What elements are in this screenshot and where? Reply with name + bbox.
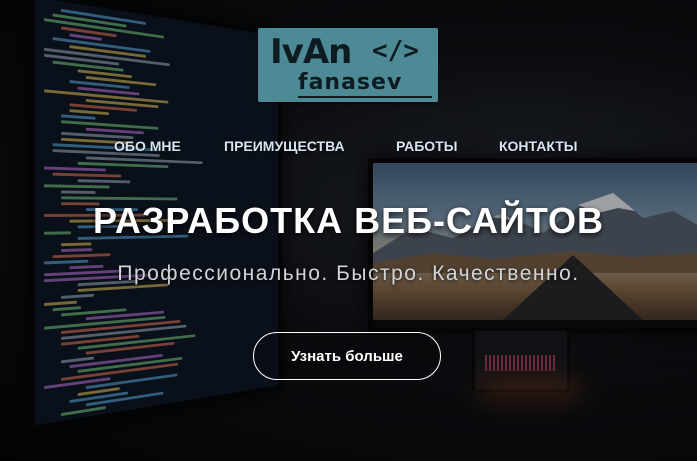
logo-name-text: IvAn [270, 32, 352, 72]
site-logo[interactable]: IvAn </> fanasev [258, 28, 438, 102]
hero-section: IvAn </> fanasev ОБО МНЕ ПРЕИМУЩЕСТВА РА… [0, 0, 697, 461]
nav-item-works[interactable]: РАБОТЫ [396, 138, 457, 154]
hero-subtitle: Профессионально. Быстро. Качественно. [117, 262, 580, 285]
nav-item-about[interactable]: ОБО МНЕ [114, 138, 181, 154]
main-nav: ОБО МНЕ ПРЕИМУЩЕСТВА РАБОТЫ КОНТАКТЫ [0, 138, 697, 156]
logo-surname-text: fanasev [298, 70, 403, 95]
logo-underline [298, 96, 432, 98]
hero-title: РАЗРАБОТКА ВЕБ-САЙТОВ [92, 200, 605, 241]
learn-more-button[interactable]: Узнать больше [253, 332, 441, 380]
nav-item-advantages[interactable]: ПРЕИМУЩЕСТВА [224, 138, 345, 154]
code-brackets-icon: </> [372, 36, 419, 66]
nav-item-contacts[interactable]: КОНТАКТЫ [499, 138, 577, 154]
